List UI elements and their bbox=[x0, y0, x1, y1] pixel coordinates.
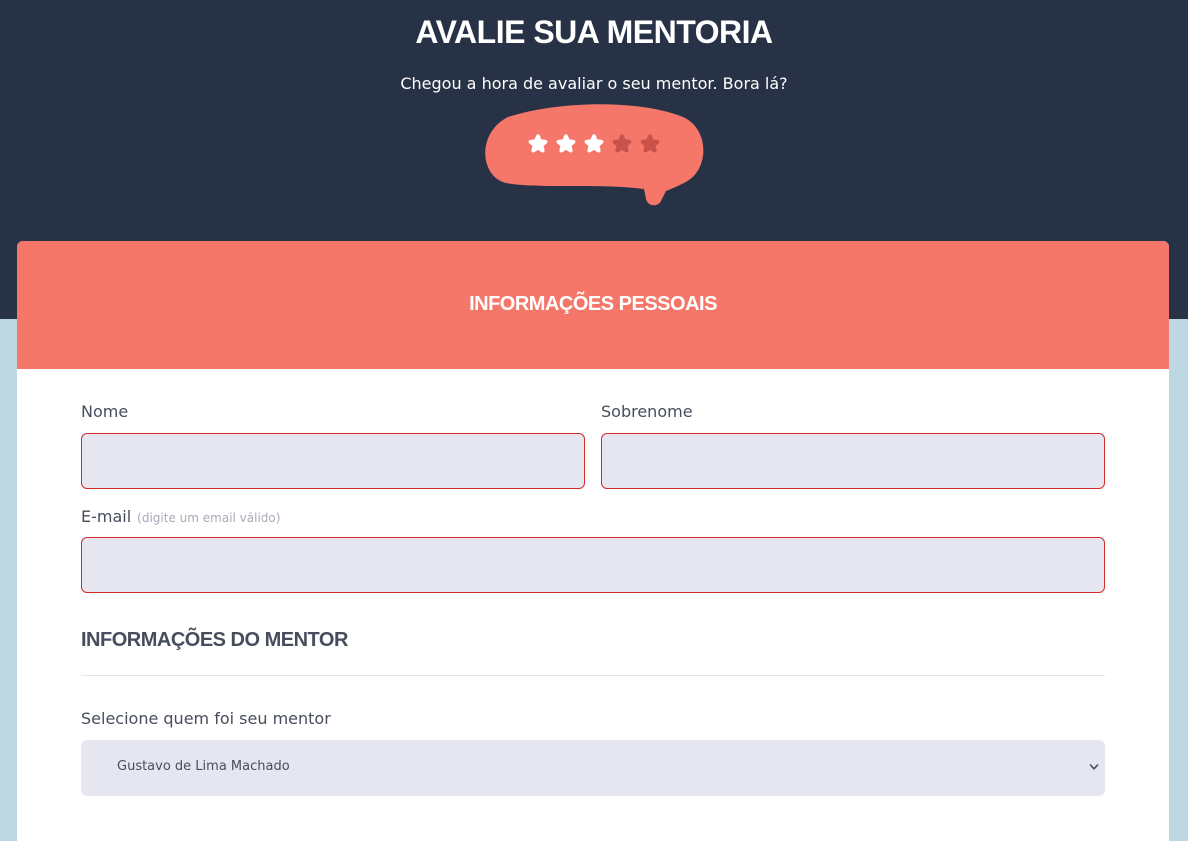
section-divider bbox=[81, 675, 1105, 676]
mentor-select-value: Gustavo de Lima Machado bbox=[117, 759, 290, 774]
star-empty-icon[interactable] bbox=[638, 132, 662, 156]
page-title: AVALIE SUA MENTORIA bbox=[415, 13, 773, 51]
first-name-label: Nome bbox=[81, 402, 129, 421]
first-name-input[interactable] bbox=[81, 433, 585, 489]
last-name-input[interactable] bbox=[601, 433, 1105, 489]
star-rating bbox=[526, 132, 662, 158]
star-empty-icon[interactable] bbox=[610, 132, 634, 156]
section-title-personal: INFORMAÇÕES PESSOAIS bbox=[469, 293, 717, 315]
chevron-down-icon bbox=[1089, 764, 1099, 770]
email-label: E-mail bbox=[81, 507, 132, 526]
section-title-mentor: INFORMAÇÕES DO MENTOR bbox=[81, 629, 348, 651]
last-name-label: Sobrenome bbox=[601, 402, 693, 421]
mentor-select-label: Selecione quem foi seu mentor bbox=[81, 709, 331, 728]
email-hint: (digite um email válido) bbox=[137, 511, 281, 525]
form-card: INFORMAÇÕES PESSOAIS Nome Sobrenome E-ma… bbox=[17, 241, 1169, 841]
card-header: INFORMAÇÕES PESSOAIS bbox=[17, 241, 1169, 369]
email-label-row: E-mail (digite um email válido) bbox=[81, 507, 280, 526]
star-filled-icon[interactable] bbox=[554, 132, 578, 156]
star-filled-icon[interactable] bbox=[582, 132, 606, 156]
page-subtitle: Chegou a hora de avaliar o seu mentor. B… bbox=[400, 74, 788, 93]
email-input[interactable] bbox=[81, 537, 1105, 593]
mentor-select[interactable]: Gustavo de Lima Machado bbox=[81, 740, 1105, 796]
star-filled-icon[interactable] bbox=[526, 132, 550, 156]
